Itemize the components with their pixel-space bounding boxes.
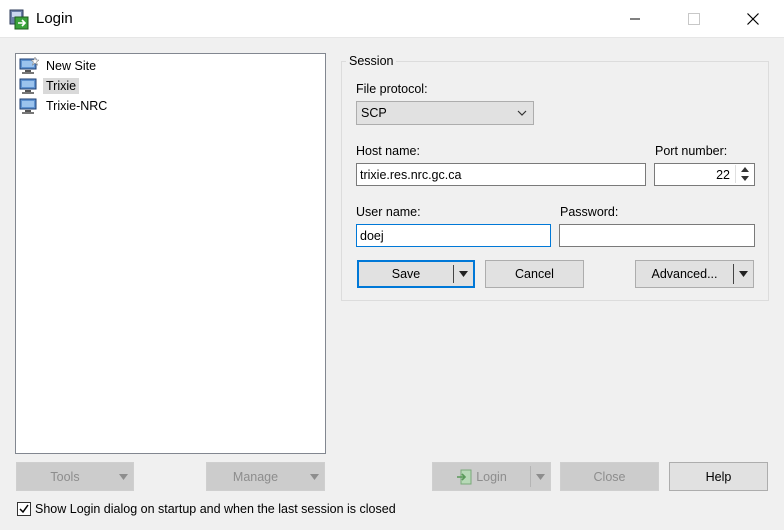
site-item-label: Trixie-NRC <box>46 98 108 113</box>
help-button-label: Help <box>705 469 732 484</box>
site-tree[interactable]: New Site Trixie Trixie-NRC <box>15 53 326 454</box>
manage-dropdown-arrow <box>304 463 324 490</box>
new-site-icon <box>19 56 39 74</box>
tools-dropdown-arrow <box>113 463 133 490</box>
minimize-button[interactable] <box>612 0 658 38</box>
maximize-icon <box>688 13 700 25</box>
login-button-label: Login <box>476 469 507 484</box>
cancel-button[interactable]: Cancel <box>485 260 584 288</box>
port-number-input[interactable]: 22 <box>654 163 755 186</box>
dropdown-arrow-icon <box>535 473 545 480</box>
cancel-button-label: Cancel <box>515 267 554 281</box>
site-item-label: New Site <box>46 58 97 73</box>
file-protocol-label: File protocol: <box>356 82 428 96</box>
port-number-value: 22 <box>716 167 730 182</box>
login-dropdown-button[interactable] <box>530 463 550 490</box>
spin-down-button[interactable] <box>736 174 753 183</box>
maximize-button[interactable] <box>671 0 717 38</box>
dropdown-arrow-icon <box>118 473 128 480</box>
host-name-label: Host name: <box>356 144 420 158</box>
user-name-input[interactable]: doej <box>356 224 551 247</box>
manage-button-label: Manage <box>232 469 279 484</box>
password-label: Password: <box>560 205 619 219</box>
help-button[interactable]: Help <box>669 462 768 491</box>
session-group-label: Session <box>346 54 397 68</box>
close-button[interactable]: Close <box>560 462 659 491</box>
site-item-trixie-nrc[interactable]: Trixie-NRC <box>19 96 110 115</box>
port-spinner[interactable] <box>735 165 753 183</box>
user-name-label: User name: <box>356 205 421 219</box>
advanced-dropdown-button[interactable] <box>733 261 753 287</box>
close-icon <box>747 13 759 25</box>
file-protocol-select[interactable]: SCP <box>356 101 534 125</box>
save-button[interactable]: Save <box>357 260 475 288</box>
host-name-input[interactable]: trixie.res.nrc.gc.ca <box>356 163 646 186</box>
login-icon <box>457 469 472 484</box>
site-item-trixie[interactable]: Trixie <box>19 76 80 95</box>
password-input[interactable] <box>559 224 755 247</box>
close-button-label: Close <box>593 469 626 484</box>
computer-icon <box>19 78 37 94</box>
arrow-up-icon <box>740 167 749 172</box>
tools-button-label: Tools <box>50 469 80 484</box>
app-icon <box>9 9 29 30</box>
show-login-checkbox[interactable] <box>17 502 31 516</box>
manage-button[interactable]: Manage <box>206 462 325 491</box>
chevron-down-icon <box>517 110 527 116</box>
spin-up-button[interactable] <box>736 165 753 174</box>
dropdown-arrow-icon <box>309 473 319 480</box>
close-window-button[interactable] <box>730 0 776 38</box>
user-name-value: doej <box>360 228 384 243</box>
dropdown-arrow-icon <box>458 271 468 277</box>
site-item-new-site[interactable]: New Site <box>19 56 99 75</box>
login-button[interactable]: Login <box>432 462 551 491</box>
dropdown-arrow-icon <box>738 271 748 277</box>
title-bar: Login <box>0 0 784 38</box>
host-name-value: trixie.res.nrc.gc.ca <box>360 167 462 182</box>
port-number-label: Port number: <box>655 144 728 158</box>
file-protocol-value: SCP <box>361 106 387 120</box>
advanced-button-label: Advanced... <box>651 267 718 281</box>
advanced-button[interactable]: Advanced... <box>635 260 754 288</box>
save-button-label: Save <box>391 267 421 281</box>
save-dropdown-button[interactable] <box>453 262 473 286</box>
checkmark-icon <box>19 504 29 514</box>
computer-icon <box>19 98 37 114</box>
site-item-label: Trixie <box>43 77 80 94</box>
tools-button[interactable]: Tools <box>16 462 134 491</box>
show-login-checkbox-label: Show Login dialog on startup and when th… <box>35 502 396 516</box>
window-title: Login <box>36 10 73 27</box>
arrow-down-icon <box>740 176 749 181</box>
minimize-icon <box>630 18 640 20</box>
